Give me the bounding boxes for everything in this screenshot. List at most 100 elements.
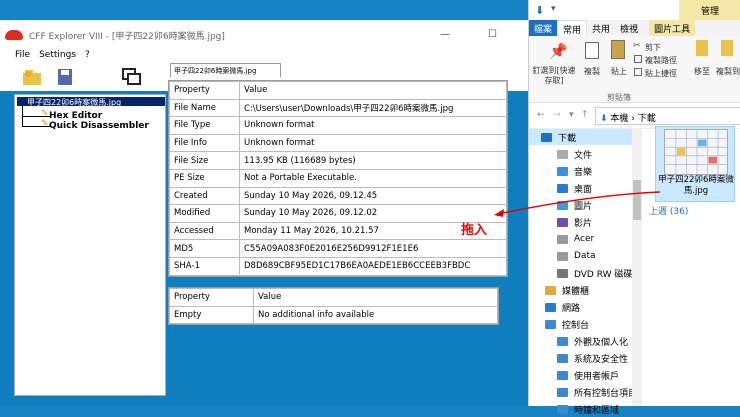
paste-shortcut-button[interactable]: 貼上捷徑 [645,68,677,79]
table-row[interactable]: File Size 113.95 KB (116689 bytes) [169,151,507,170]
menu-settings[interactable]: Settings [39,50,76,63]
open-folder-icon[interactable] [22,67,44,87]
value-cell: C:\Users\user\Downloads\甲子四22卯6時案微馬.jpg [239,98,507,118]
property-cell: Created [169,186,240,206]
manage-tab[interactable]: 管理 [679,0,740,20]
nav-item-acer[interactable]: Acer [529,231,594,247]
property-cell: SHA-1 [169,256,240,276]
drag-in-annotation: 拖入 [461,223,488,238]
table-row[interactable]: SHA-1 D8D689CBF95ED1C17B6EA0AEDE1EB6CCEEB… [169,256,507,276]
tree-panel: 甲子四22卯6時案微馬.jpg ✎ Hex Editor ✎ Quick Dis… [14,94,166,396]
table-row[interactable]: Accessed Monday 11 May 2026, 10.21.57 [169,221,507,241]
table-row[interactable]: File Info Unknown format [169,133,507,153]
value-cell: Unknown format [239,116,507,135]
maximize-button[interactable]: ☐ [488,29,497,40]
libraries-icon [545,285,556,295]
move-to-button[interactable]: 移至 [691,66,713,77]
property-cell: MD5 [169,239,240,258]
window-title: CFF Explorer VIII - [甲子四22卯6時案微馬.jpg] [29,31,225,42]
nav-item-all-control-panel[interactable]: 所有控制台項目 [529,384,637,400]
copy-to-icon [721,40,733,56]
tab-picture-tools[interactable]: 圖片工具 [649,20,696,36]
table-row[interactable]: Empty No additional info available [169,305,498,325]
table-header-row: Property Value [169,81,507,100]
drive-icon [557,234,568,244]
quick-access-dropdown-icon[interactable]: ▾ [551,4,556,14]
file-tab[interactable]: 甲子四22卯6時案微馬.jpg [170,63,281,77]
table-row[interactable]: File Name C:\Users\user\Downloads\甲子四22卯6… [169,98,507,118]
value-cell: D8D689CBF95ED1C17B6EA0AEDE1EB6CCEEB3FBDC [239,256,507,276]
table-row[interactable]: PE Size Not a Portable Executable. [169,168,507,188]
nav-item-data[interactable]: Data [529,248,596,264]
properties-table: Property Value File Name C:\Users\user\Dow… [168,80,508,277]
menu-help[interactable]: ? [85,50,90,63]
menu-bar: File Settings ? [0,50,528,63]
table-row[interactable]: Created Sunday 10 May 2026, 09.12.45 [169,186,507,206]
cut-button[interactable]: 剪下 [645,42,661,53]
table-row[interactable]: Modified Sunday 10 May 2026, 09.12.02 [169,204,507,223]
dvd-drive-icon [557,268,568,278]
nav-item-clock-region[interactable]: 時鐘和區域 [529,401,619,417]
copy-button[interactable]: 複製 [579,66,605,77]
explorer-title-bar: ⬇ ▾ 管理 [529,0,740,20]
move-to-icon [696,40,708,56]
user-accounts-icon [557,370,568,380]
save-icon[interactable] [54,67,76,87]
nav-item-user-accounts[interactable]: 使用者帳戶 [529,367,619,383]
property-cell: File Type [169,116,240,135]
download-folder-icon [541,132,552,142]
copy-to-button[interactable]: 複製到 [715,66,740,77]
tab-home[interactable]: 常用 [557,20,588,36]
value-cell: Unknown format [239,133,507,153]
pin-quick-access-button[interactable]: 釘選到[快速存取] [531,66,577,86]
back-arrow-icon[interactable]: ← [537,110,545,120]
nav-item-libraries[interactable]: 媒體櫃 [529,282,589,298]
tab-share[interactable]: 共用 [587,20,615,36]
system-security-icon [557,353,568,363]
nav-item-downloads[interactable]: 下載 [529,129,632,145]
music-icon [557,166,568,176]
recent-dropdown-icon[interactable]: ▾ [569,110,574,120]
windows-icon[interactable] [120,67,142,87]
nav-item-system-security[interactable]: 系統及安全性 [529,350,628,366]
drag-arrow-icon [494,191,661,217]
nav-item-appearance[interactable]: 外觀及個人化 [529,333,628,349]
value-cell: No additional info available [253,305,498,325]
copy-path-button[interactable]: 複製路徑 [645,55,677,66]
nav-item-control-panel[interactable]: 控制台 [529,316,589,332]
tab-view[interactable]: 檢視 [615,20,643,36]
copy-path-icon [634,55,642,63]
nav-item-documents[interactable]: 文件 [529,146,592,162]
nav-item-music[interactable]: 音樂 [529,163,592,179]
drive-icon [557,251,568,261]
tree-item-quick-disassembler[interactable]: Quick Disassembler [49,121,149,131]
property-cell: Modified [169,204,240,223]
table-row[interactable]: MD5 C55A09A083F0E2016E256D9912F1E1E6 [169,239,507,258]
column-header-property: Property [169,288,254,307]
nav-item-network[interactable]: 網路 [529,299,580,315]
property-cell: Accessed [169,221,240,241]
tree-root-node[interactable]: 甲子四22卯6時案微馬.jpg [17,97,165,106]
hex-editor-icon: ✎ [41,109,49,119]
disassembler-icon: ✎ [41,119,49,129]
address-bar[interactable]: ⬇ 本機 › 下載 [595,107,740,125]
tab-file[interactable]: 檔案 [529,20,558,36]
up-arrow-icon[interactable]: ↑ [581,110,589,120]
nav-item-dvd[interactable]: DVD RW 磁碟機 [529,265,641,281]
nav-scrollbar[interactable] [632,129,642,406]
forward-arrow-icon[interactable]: → [553,110,561,120]
property-cell: File Size [169,151,240,170]
paste-icon [611,40,625,59]
menu-file[interactable]: File [15,50,30,63]
table-row[interactable]: File Type Unknown format [169,116,507,135]
app-logo-icon [5,30,23,40]
paste-button[interactable]: 貼上 [607,66,631,77]
property-cell: File Info [169,133,240,153]
control-panel-icon [545,319,556,329]
column-header-value: Value [239,81,507,100]
documents-icon [557,149,568,159]
ribbon: 📌 釘選到[快速存取] 複製 貼上 ✂ 剪下 複製路徑 貼上捷徑 移至 複製到 … [529,36,740,103]
minimize-button[interactable]: — [440,29,450,40]
appearance-icon [557,336,568,346]
tree-item-hex-editor[interactable]: Hex Editor [49,111,102,121]
